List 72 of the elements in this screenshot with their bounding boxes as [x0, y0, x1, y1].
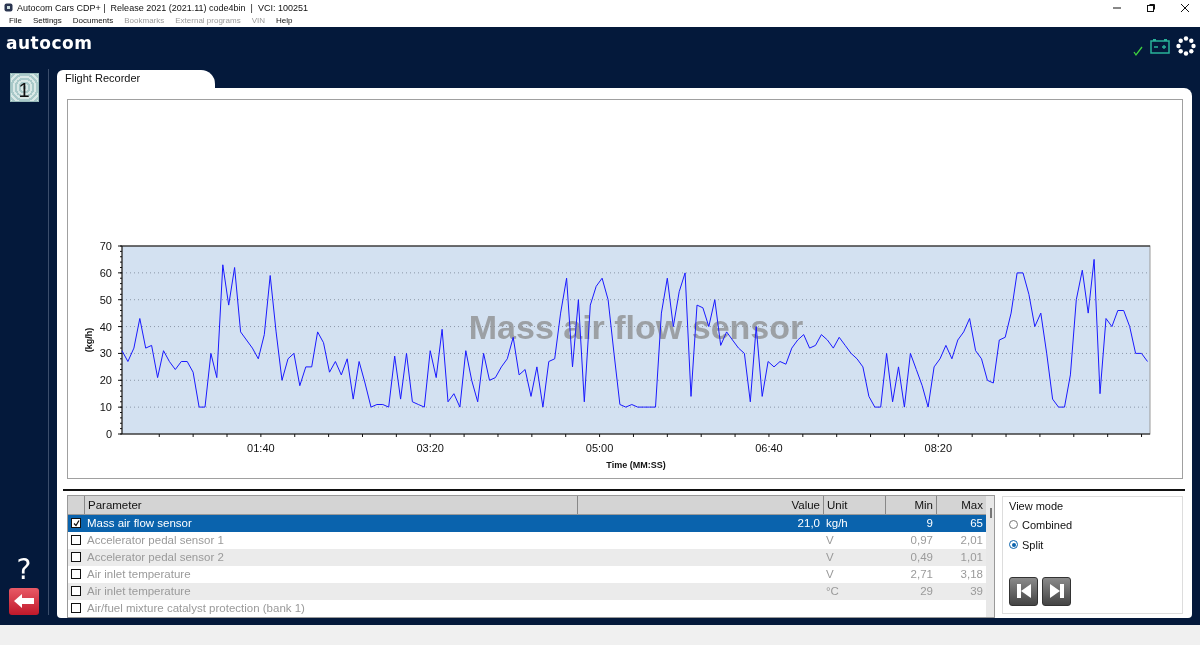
y-tick-label: 70 [99, 239, 112, 252]
checkbox[interactable] [71, 518, 81, 529]
table-cell-text: °C [825, 585, 840, 598]
table-cell-text: Accelerator pedal sensor 2 [86, 551, 225, 564]
loading-spinner-icon [1176, 35, 1196, 56]
restore-icon [1146, 2, 1156, 13]
x-tick-label: 03:20 [416, 441, 444, 454]
table-cell-text: 29 [919, 585, 934, 598]
table-cell-text: V [825, 551, 835, 564]
table-cell-text: Air/fuel mixture catalyst protection (bank 1) [86, 602, 306, 615]
table-cell-text: 39 [969, 585, 984, 598]
menu-item[interactable]: Help [276, 16, 293, 26]
table-cell-text: 21,0 [796, 517, 821, 530]
checkbox[interactable] [71, 535, 81, 546]
table-cell-text: 2,01 [959, 534, 984, 547]
checkbox[interactable] [71, 552, 81, 563]
column-header[interactable]: Parameter [84, 495, 577, 514]
view-mode-title: View mode [1009, 499, 1065, 512]
arrow-left-icon [13, 593, 35, 610]
scrollbar[interactable] [986, 495, 994, 617]
column-header[interactable]: Min [885, 495, 936, 514]
checkbox[interactable] [71, 586, 81, 597]
x-axis-label: Time (MM:SS) [606, 459, 666, 470]
check-icon [1132, 44, 1144, 57]
x-tick-label: 06:40 [755, 441, 783, 454]
logo: autocom [6, 32, 94, 53]
vehicle-badge[interactable]: 1 [9, 72, 39, 102]
skip-forward-button[interactable] [1042, 576, 1071, 606]
table-cell-text: 1,01 [959, 551, 984, 564]
table-cell-text: Air inlet temperature [86, 568, 192, 581]
skip-back-icon [1014, 582, 1033, 601]
checkbox[interactable] [71, 603, 81, 614]
y-tick-label: 0 [105, 427, 112, 440]
x-tick-label: 08:20 [924, 441, 953, 454]
menu-item[interactable]: Documents [72, 16, 114, 26]
menu-item[interactable]: File [9, 16, 22, 26]
y-tick-label: 30 [99, 347, 112, 360]
x-tick-label: 05:00 [585, 441, 614, 454]
radio-option[interactable]: Combined [1009, 514, 1176, 535]
y-axis-label: (kg/h) [84, 327, 94, 353]
checkbox[interactable] [71, 569, 81, 580]
tab[interactable]: Flight Recorder [57, 69, 215, 88]
table-cell-text: 3,18 [959, 568, 984, 581]
table-cell-text: 9 [925, 517, 934, 530]
back-button[interactable] [9, 587, 39, 615]
window-title: Autocom Cars CDP+ | Release 2021 (2021.11) code4bin | VCI: 100251 [17, 2, 309, 13]
table-cell-text: Mass air flow sensor [86, 517, 193, 530]
menu-item[interactable]: Settings [32, 16, 62, 26]
skip-back-button[interactable] [1009, 576, 1038, 606]
y-tick-label: 40 [99, 320, 112, 333]
y-tick-label: 60 [99, 266, 112, 279]
table-cell-text: V [825, 534, 835, 547]
table-cell-text: V [825, 568, 835, 581]
table-cell-text: kg/h [825, 517, 849, 530]
app-icon [4, 3, 13, 12]
x-tick-label: 01:40 [247, 441, 275, 454]
y-tick-label: 10 [99, 400, 112, 413]
table-cell-text: 0,97 [909, 534, 934, 547]
column-header[interactable]: Unit [823, 495, 885, 514]
y-tick-label: 20 [99, 374, 112, 387]
battery-icon [1150, 37, 1170, 54]
table-cell-text: 65 [969, 517, 984, 530]
skip-forward-icon [1047, 582, 1066, 601]
table-cell-text: Accelerator pedal sensor 1 [86, 534, 225, 547]
help-button[interactable]: ? [16, 555, 32, 584]
radio-option[interactable]: Split [1009, 534, 1176, 555]
table-cell-text: Air inlet temperature [86, 585, 192, 598]
table-cell-text: 2,71 [909, 568, 934, 581]
column-header[interactable]: Value [577, 495, 823, 514]
table-cell-text: 0,49 [909, 551, 934, 564]
y-tick-label: 50 [99, 293, 112, 306]
close-icon [1180, 2, 1190, 13]
